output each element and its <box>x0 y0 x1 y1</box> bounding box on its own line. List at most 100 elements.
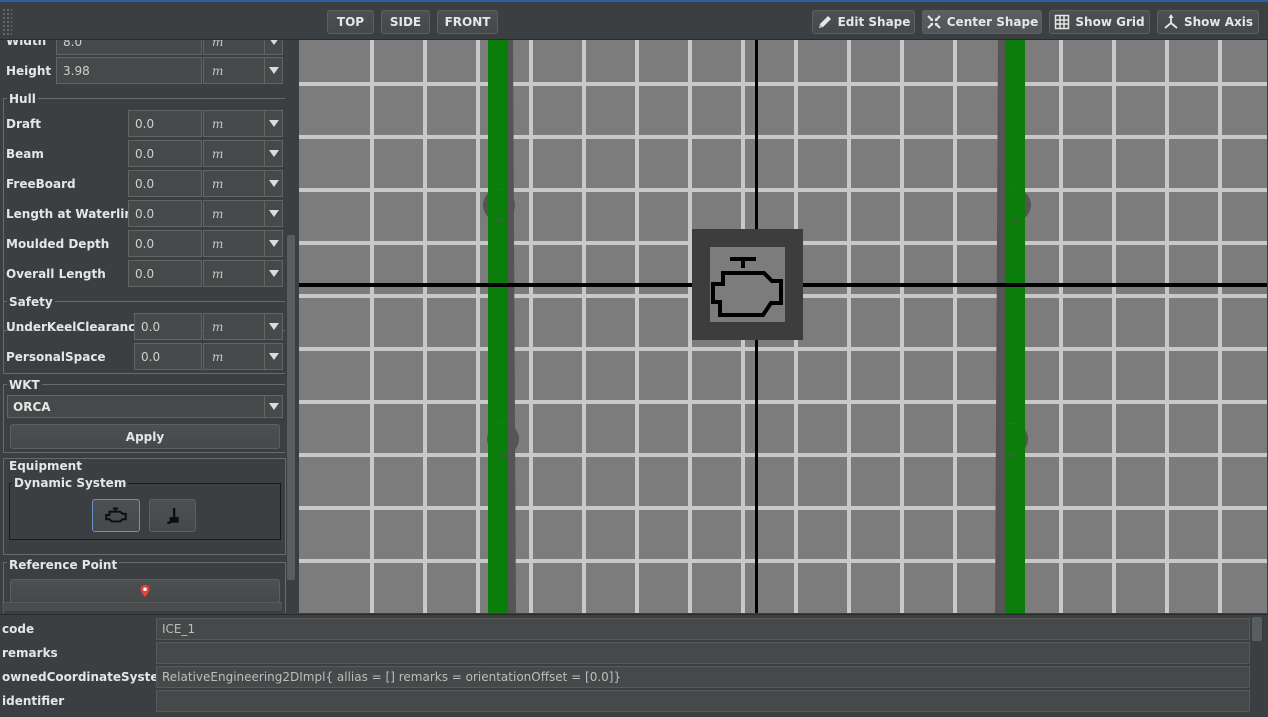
view-front-button[interactable]: FRONT <box>437 10 498 34</box>
moulded-depth-unit-select[interactable]: m <box>203 230 283 257</box>
freeboard-unit-select[interactable]: m <box>203 170 283 197</box>
view-side-button[interactable]: SIDE <box>381 10 430 34</box>
throttle-equipment-button[interactable] <box>149 499 196 532</box>
draft-label: Draft <box>6 117 41 131</box>
property-row-code: code ICE_1 <box>0 617 1250 641</box>
unit-value: m <box>212 349 224 364</box>
grid-line-vertical <box>423 40 427 613</box>
edit-shape-label: Edit Shape <box>837 15 911 29</box>
horizontal-scrollbar[interactable] <box>2 602 282 611</box>
reference-point-button[interactable] <box>10 579 280 603</box>
moulded-depth-input[interactable]: 0.0 <box>128 230 202 257</box>
property-row-owned-coordinate-system: ownedCoordinateSystem RelativeEngineerin… <box>0 665 1250 689</box>
chevron-down-icon <box>264 261 282 286</box>
length-at-waterline-unit-select[interactable]: m <box>203 200 283 227</box>
safety-border <box>3 301 4 373</box>
view-top-button[interactable]: TOP <box>327 10 374 34</box>
width-unit-value: m <box>212 40 224 49</box>
edit-shape-button[interactable]: Edit Shape <box>812 10 915 34</box>
personal-space-unit-select[interactable]: m <box>203 343 283 370</box>
engine-equipment-button[interactable] <box>92 499 140 532</box>
property-row-identifier: identifier <box>0 689 1250 713</box>
center-shape-label: Center Shape <box>946 15 1039 29</box>
grid-line-vertical <box>635 40 639 613</box>
axis-icon <box>1164 14 1178 29</box>
overall-length-input[interactable]: 0.0 <box>128 260 202 287</box>
dynamic-system-group <box>9 483 281 540</box>
wkt-border-bottom <box>3 452 285 453</box>
height-input[interactable]: 3.98 <box>56 57 202 84</box>
personal-space-label: PersonalSpace <box>6 350 106 364</box>
chevron-down-icon <box>264 171 282 196</box>
beam-unit-select[interactable]: m <box>203 140 283 167</box>
grid-line-horizontal <box>299 82 1267 86</box>
beam-input[interactable]: 0.0 <box>128 140 202 167</box>
shape-boundary-left <box>483 40 519 613</box>
property-key: identifier <box>2 694 65 708</box>
overall-length-unit-select[interactable]: m <box>203 260 283 287</box>
vertical-scrollbar-thumb[interactable] <box>287 235 295 580</box>
grid-line-horizontal <box>299 347 1267 351</box>
property-value-remarks[interactable] <box>156 642 1250 664</box>
grid-line-horizontal <box>299 453 1267 457</box>
unit-value: m <box>212 266 224 281</box>
personal-space-input[interactable]: 0.0 <box>134 343 202 370</box>
draft-unit-select[interactable]: m <box>203 110 283 137</box>
draft-input[interactable]: 0.0 <box>128 110 202 137</box>
grid-line-horizontal <box>299 506 1267 510</box>
overall-length-label: Overall Length <box>6 267 106 281</box>
engine-icon <box>105 506 127 522</box>
chevron-down-icon <box>264 344 282 369</box>
unit-value: m <box>212 116 224 131</box>
property-value-identifier[interactable] <box>156 690 1250 712</box>
property-value-owned-coordinate-system[interactable]: RelativeEngineering2DImpl{ allias = [] r… <box>156 666 1250 688</box>
hull-border <box>3 98 4 330</box>
unit-value: m <box>212 319 224 334</box>
throttle-lever-icon <box>166 507 179 524</box>
height-unit-select[interactable]: m <box>203 57 283 84</box>
property-key: code <box>2 622 35 636</box>
moulded-depth-label: Moulded Depth <box>6 237 110 251</box>
grid-line-vertical <box>953 40 957 613</box>
show-grid-button[interactable]: Show Grid <box>1049 10 1150 34</box>
property-key: ownedCoordinateSystem <box>2 670 172 684</box>
beam-label: Beam <box>6 147 44 161</box>
length-at-waterline-input[interactable]: 0.0 <box>128 200 202 227</box>
freeboard-input[interactable]: 0.0 <box>128 170 202 197</box>
length-at-waterline-label: Length at Waterline <box>6 207 141 221</box>
unit-value: m <box>212 206 224 221</box>
toolbar-grip[interactable] <box>2 8 12 36</box>
width-unit-select[interactable]: m <box>203 40 283 55</box>
grid-line-vertical <box>1059 40 1063 613</box>
wkt-selected-value: ORCA <box>13 399 51 414</box>
grid-line-vertical <box>1112 40 1116 613</box>
chevron-down-icon <box>264 58 282 83</box>
property-value-code[interactable]: ICE_1 <box>156 618 1250 640</box>
center-shape-button[interactable]: Center Shape <box>922 10 1042 34</box>
toolbar: TOP SIDE FRONT Edit Shape Center Shape S… <box>0 0 1268 40</box>
grid-line-vertical <box>900 40 904 613</box>
hull-section-title: Hull <box>7 92 38 106</box>
under-keel-clearance-unit-select[interactable]: m <box>203 313 283 340</box>
grid-line-horizontal <box>299 188 1267 192</box>
width-input[interactable]: 8.0 <box>56 40 202 55</box>
property-row-remarks: remarks <box>0 641 1250 665</box>
under-keel-clearance-input[interactable]: 0.0 <box>134 313 202 340</box>
engine-shape[interactable] <box>692 229 803 340</box>
wkt-border <box>3 384 4 452</box>
pencil-icon <box>818 16 831 28</box>
grid-icon <box>1055 14 1070 30</box>
show-axis-label: Show Axis <box>1184 15 1253 29</box>
properties-scrollbar-thumb[interactable] <box>1252 617 1262 641</box>
show-axis-button[interactable]: Show Axis <box>1157 10 1259 34</box>
grid-line-vertical <box>476 40 480 613</box>
apply-button[interactable]: Apply <box>10 424 280 449</box>
freeboard-label: FreeBoard <box>6 177 76 191</box>
reference-point-title: Reference Point <box>7 558 120 572</box>
grid-line-horizontal <box>299 135 1267 139</box>
chevron-down-icon <box>264 40 282 54</box>
properties-panel: Width 8.0 m Height 3.98 m Hull Draft 0.0… <box>0 40 298 613</box>
shape-canvas[interactable] <box>299 40 1267 613</box>
width-label: Width <box>6 40 47 48</box>
wkt-select[interactable]: ORCA <box>7 395 283 418</box>
